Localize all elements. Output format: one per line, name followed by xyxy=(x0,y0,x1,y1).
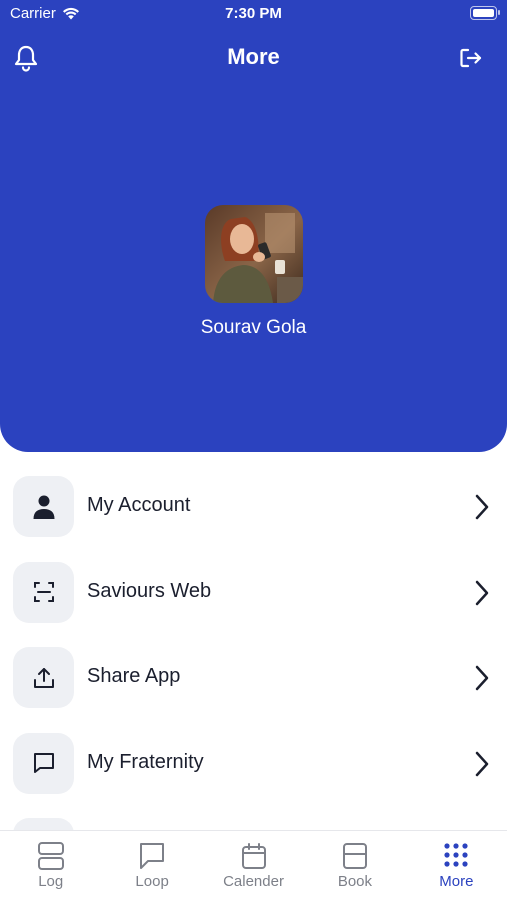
menu-item-my-account[interactable]: My Account xyxy=(0,472,507,558)
book-icon xyxy=(342,843,367,869)
menu-item-label: Share App xyxy=(87,665,181,687)
profile-header: Carrier 7:30 PM More Sourav Gola xyxy=(0,0,507,452)
grid-icon xyxy=(444,843,468,867)
chevron-right-icon xyxy=(475,494,489,520)
profile-name: Sourav Gola xyxy=(200,317,307,338)
calendar-icon xyxy=(241,843,266,869)
log-icon xyxy=(37,842,64,870)
tab-more[interactable]: More xyxy=(406,831,507,900)
menu-icon-container xyxy=(13,476,74,537)
chevron-right-icon xyxy=(475,665,489,691)
share-icon xyxy=(33,667,54,688)
profile-block: Sourav Gola xyxy=(0,205,507,339)
chevron-right-icon xyxy=(475,751,489,776)
tab-label: Log xyxy=(38,873,64,890)
tab-calender[interactable]: Calender xyxy=(203,831,304,900)
menu-item-label: My Account xyxy=(87,494,191,516)
tab-label: Calender xyxy=(223,873,284,890)
page-title: More xyxy=(227,44,280,69)
person-icon xyxy=(33,495,54,519)
menu-item-label: Saviours Web xyxy=(87,579,212,602)
chat-icon xyxy=(33,753,54,773)
avatar-photo xyxy=(204,205,303,303)
battery-icon xyxy=(470,6,500,20)
more-menu: My Account Saviours Web Share App My Fra… xyxy=(0,472,507,814)
loop-icon xyxy=(140,843,165,869)
tab-label: More xyxy=(439,873,474,890)
logout-icon xyxy=(460,48,482,68)
tab-book[interactable]: Book xyxy=(304,831,405,900)
menu-item-my-fraternity[interactable]: My Fraternity xyxy=(0,729,507,815)
tab-label: Book xyxy=(337,873,373,890)
clock: 7:30 PM xyxy=(225,5,282,22)
menu-icon-container xyxy=(13,647,74,708)
avatar[interactable] xyxy=(204,205,303,303)
menu-item-saviours-web[interactable]: Saviours Web xyxy=(0,558,507,644)
tab-log[interactable]: Log xyxy=(0,831,101,900)
nav-bar: More xyxy=(0,38,507,78)
menu-icon-container xyxy=(13,561,74,623)
status-bar: Carrier 7:30 PM xyxy=(0,0,507,28)
chevron-right-icon xyxy=(475,580,489,605)
scan-icon xyxy=(33,582,54,602)
menu-item-label: My Fraternity xyxy=(87,750,204,773)
menu-icon-container xyxy=(13,732,74,794)
tab-label: Loop xyxy=(135,873,169,890)
menu-item-share-app[interactable]: Share App xyxy=(0,643,507,729)
tab-loop[interactable]: Loop xyxy=(101,831,202,900)
logout-button[interactable] xyxy=(455,42,487,74)
tab-bar: Log Loop Calender Book More xyxy=(0,830,507,900)
